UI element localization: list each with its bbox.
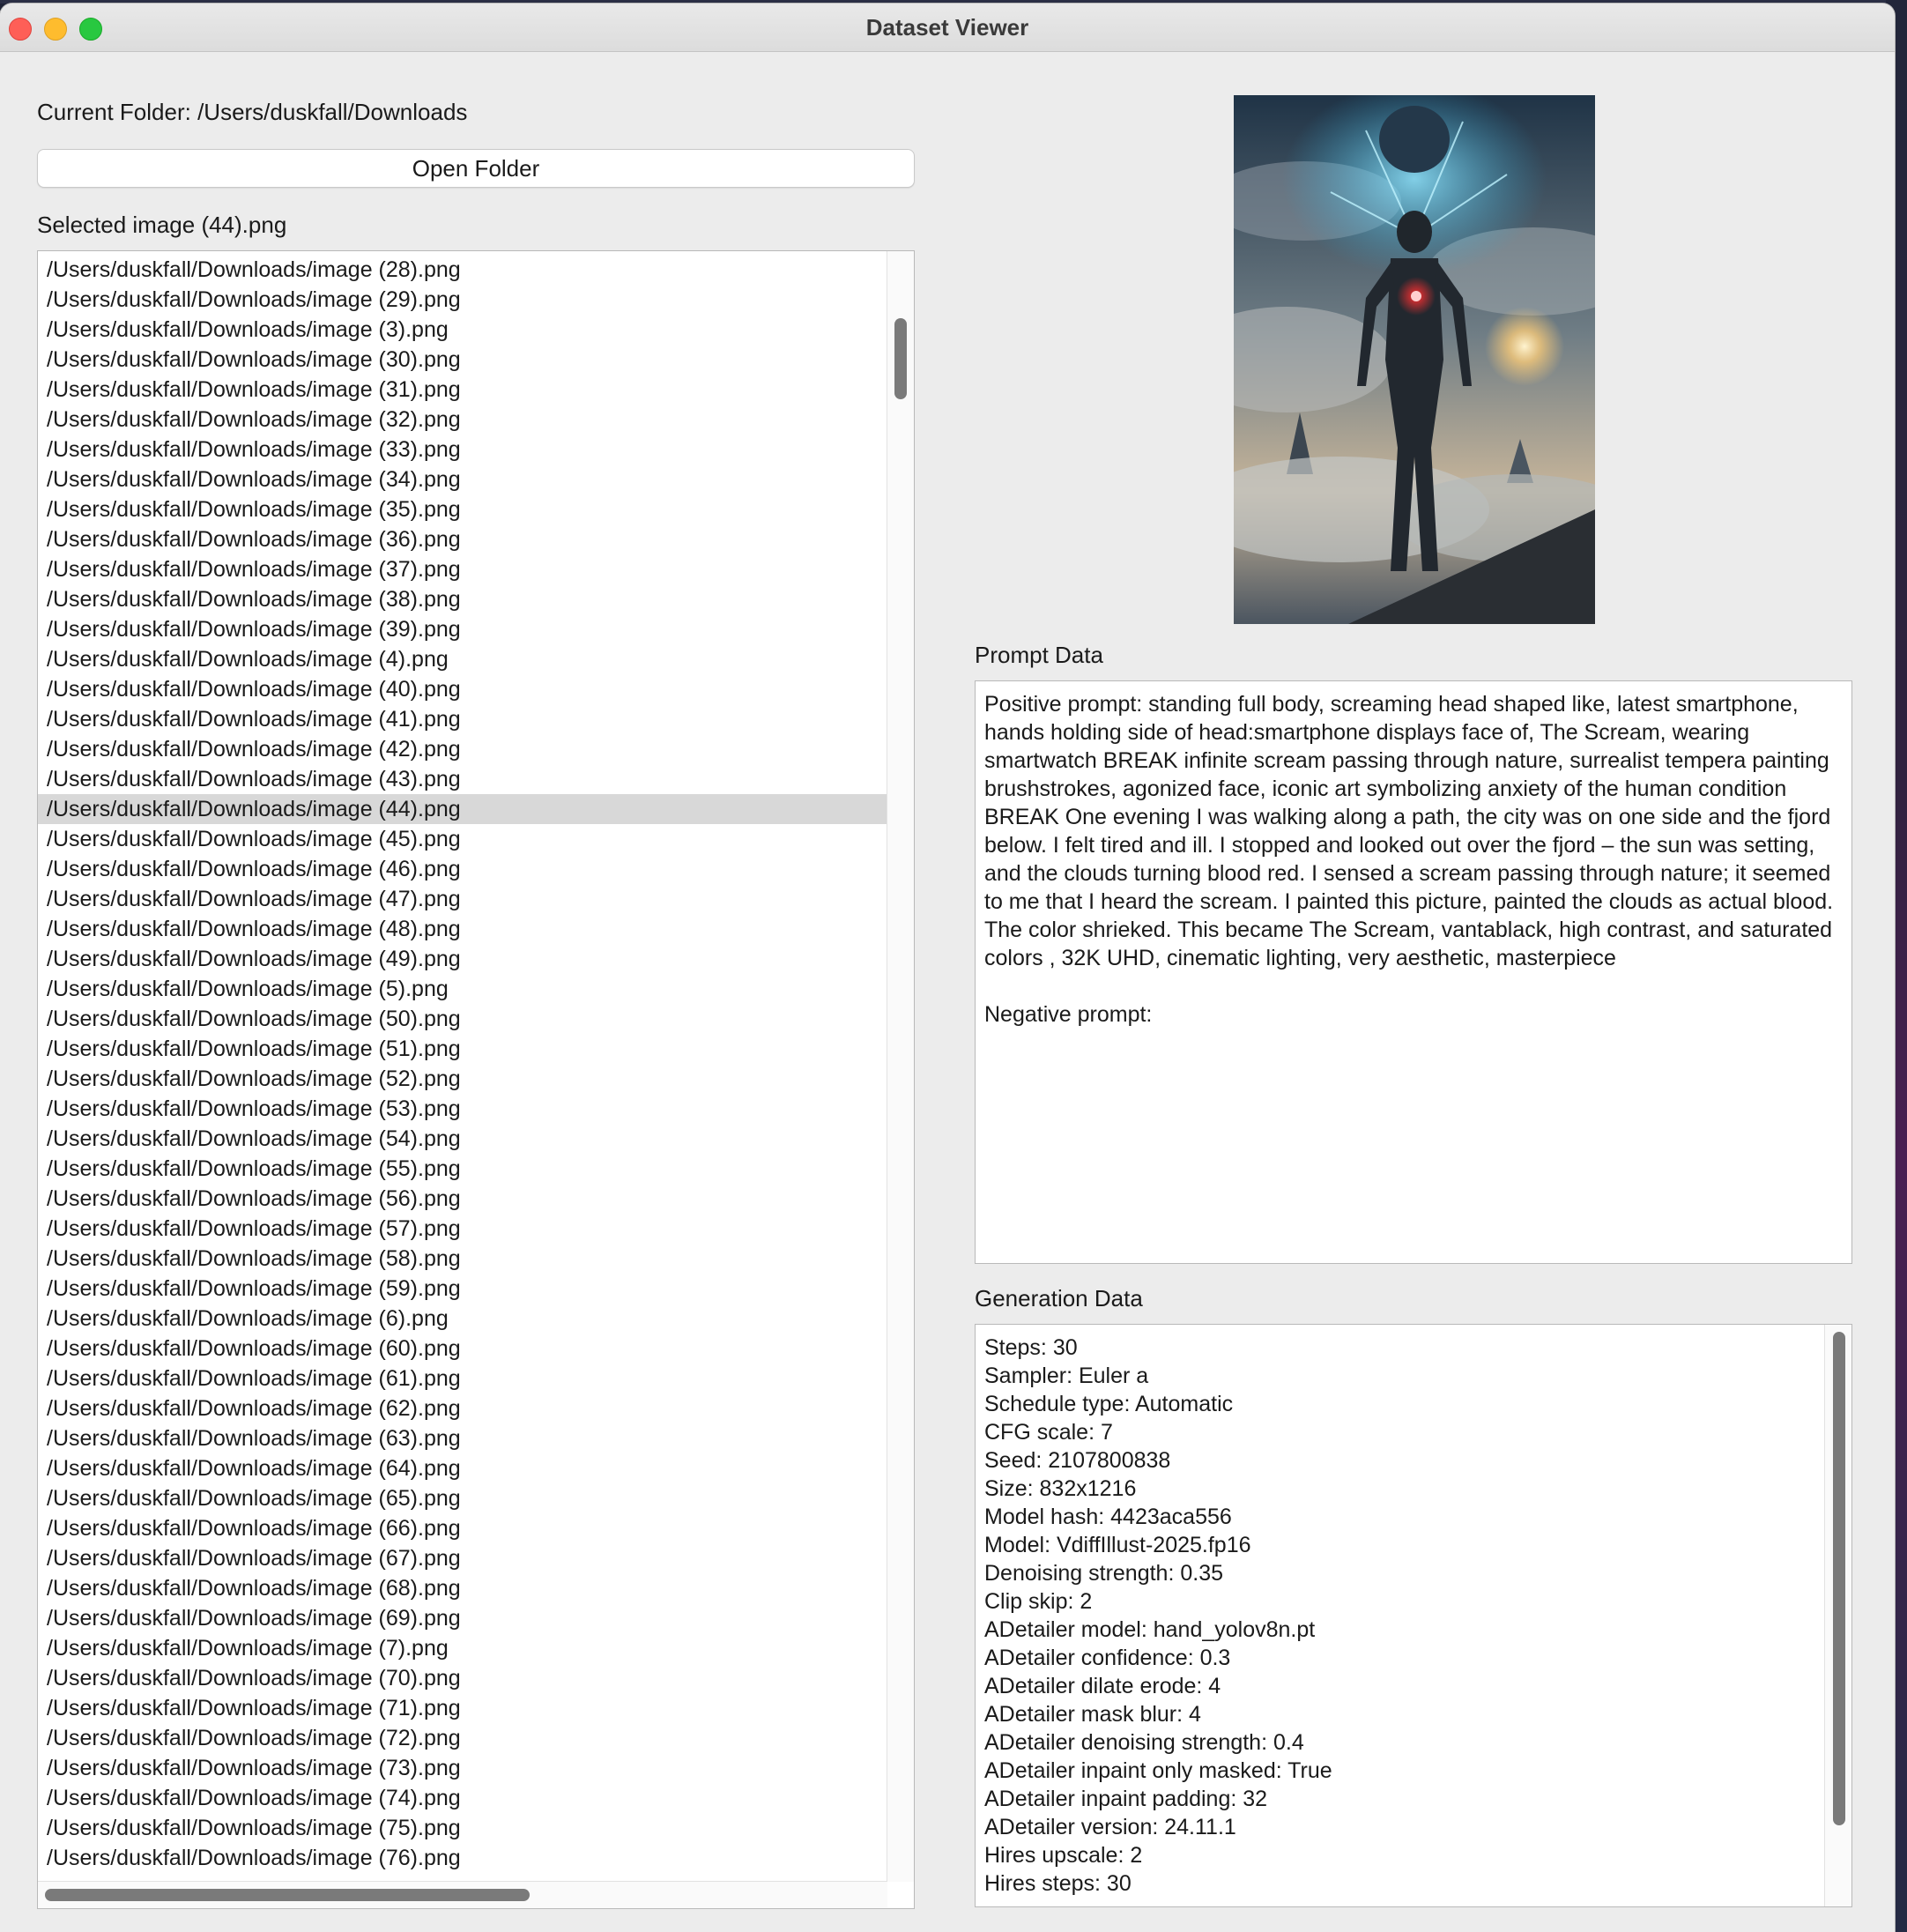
file-list-item[interactable]: /Users/duskfall/Downloads/image (58).png xyxy=(38,1244,887,1274)
file-list-item[interactable]: /Users/duskfall/Downloads/image (63).png xyxy=(38,1423,887,1453)
file-list-item[interactable]: /Users/duskfall/Downloads/image (73).png xyxy=(38,1753,887,1783)
file-list-item[interactable]: /Users/duskfall/Downloads/image (53).png xyxy=(38,1094,887,1124)
generation-data-line: ADetailer denoising strength: 0.4 xyxy=(984,1730,1304,1755)
generation-data-line: Steps: 30 xyxy=(984,1335,1078,1360)
generation-data-line: Schedule type: Automatic xyxy=(984,1392,1234,1416)
file-list-item[interactable]: /Users/duskfall/Downloads/image (36).png xyxy=(38,524,887,554)
generation-data-line: ADetailer model: hand_yolov8n.pt xyxy=(984,1617,1316,1642)
file-list-vertical-scroll-thumb[interactable] xyxy=(894,318,907,399)
file-list-item[interactable]: /Users/duskfall/Downloads/image (35).png xyxy=(38,494,887,524)
generation-data-line: ADetailer version: 24.11.1 xyxy=(984,1815,1236,1839)
file-list-item[interactable]: /Users/duskfall/Downloads/image (47).png xyxy=(38,884,887,914)
file-list-item[interactable]: /Users/duskfall/Downloads/image (38).png xyxy=(38,584,887,614)
file-list-item[interactable]: /Users/duskfall/Downloads/image (54).png xyxy=(38,1124,887,1154)
file-list-item[interactable]: /Users/duskfall/Downloads/image (32).png xyxy=(38,405,887,435)
file-list-item[interactable]: /Users/duskfall/Downloads/image (52).png xyxy=(38,1064,887,1094)
file-list-item[interactable]: /Users/duskfall/Downloads/image (56).png xyxy=(38,1184,887,1214)
file-list-item[interactable]: /Users/duskfall/Downloads/image (51).png xyxy=(38,1034,887,1064)
file-list-item[interactable]: /Users/duskfall/Downloads/image (61).png xyxy=(38,1364,887,1393)
file-list-vertical-scrollbar[interactable] xyxy=(887,251,914,1882)
generation-data-line: Seed: 2107800838 xyxy=(984,1448,1171,1473)
file-list-item[interactable]: /Users/duskfall/Downloads/image (67).png xyxy=(38,1543,887,1573)
file-list-item[interactable]: /Users/duskfall/Downloads/image (62).png xyxy=(38,1393,887,1423)
file-list-item[interactable]: /Users/duskfall/Downloads/image (46).png xyxy=(38,854,887,884)
file-list-item[interactable]: /Users/duskfall/Downloads/image (6).png xyxy=(38,1304,887,1334)
file-list-item[interactable]: /Users/duskfall/Downloads/image (60).png xyxy=(38,1334,887,1364)
file-list-item[interactable]: /Users/duskfall/Downloads/image (65).png xyxy=(38,1483,887,1513)
file-list-item[interactable]: /Users/duskfall/Downloads/image (71).png xyxy=(38,1693,887,1723)
title-bar[interactable]: Dataset Viewer xyxy=(0,4,1895,52)
file-list-item[interactable]: /Users/duskfall/Downloads/image (55).png xyxy=(38,1154,887,1184)
file-list-item[interactable]: /Users/duskfall/Downloads/image (66).png xyxy=(38,1513,887,1543)
file-list-item[interactable]: /Users/duskfall/Downloads/image (74).png xyxy=(38,1783,887,1813)
generation-data-line: Hires upscale: 2 xyxy=(984,1843,1143,1868)
generation-data-line: Model hash: 4423aca556 xyxy=(984,1505,1232,1529)
generation-data-scroll-thumb[interactable] xyxy=(1833,1332,1845,1825)
file-list-item[interactable]: /Users/duskfall/Downloads/image (7).png xyxy=(38,1633,887,1663)
generation-data-line: Denoising strength: 0.35 xyxy=(984,1561,1224,1586)
generation-data-line: ADetailer inpaint padding: 32 xyxy=(984,1787,1268,1811)
file-list-item[interactable]: /Users/duskfall/Downloads/image (31).png xyxy=(38,375,887,405)
prompt-data-label: Prompt Data xyxy=(975,642,1103,668)
file-list-horizontal-scrollbar[interactable] xyxy=(38,1881,887,1908)
file-list-item[interactable]: /Users/duskfall/Downloads/image (69).png xyxy=(38,1603,887,1633)
file-list-item[interactable]: /Users/duskfall/Downloads/image (29).png xyxy=(38,285,887,315)
generation-data-label: Generation Data xyxy=(975,1285,1143,1312)
window-title: Dataset Viewer xyxy=(865,14,1029,41)
open-folder-button[interactable]: Open Folder xyxy=(37,149,915,188)
file-list-item[interactable]: /Users/duskfall/Downloads/image (59).png xyxy=(38,1274,887,1304)
app-window: Dataset Viewer Current Folder: /Users/du… xyxy=(0,4,1895,1932)
generation-data-line: ADetailer mask blur: 4 xyxy=(984,1702,1201,1727)
generation-data-line: Size: 832x1216 xyxy=(984,1476,1137,1501)
generation-data-line: ADetailer inpaint only masked: True xyxy=(984,1758,1332,1783)
generation-data-vertical-scrollbar[interactable] xyxy=(1824,1325,1851,1906)
file-list-item[interactable]: /Users/duskfall/Downloads/image (50).png xyxy=(38,1004,887,1034)
file-list-item[interactable]: /Users/duskfall/Downloads/image (75).png xyxy=(38,1813,887,1843)
generation-data-line: CFG scale: 7 xyxy=(984,1420,1113,1445)
selected-image-label: Selected image (44).png xyxy=(37,212,287,238)
prompt-data-textbox[interactable]: Positive prompt: standing full body, scr… xyxy=(975,680,1852,1264)
file-list-item[interactable]: /Users/duskfall/Downloads/image (43).png xyxy=(38,764,887,794)
generation-data-line: ADetailer confidence: 0.3 xyxy=(984,1646,1231,1670)
file-list-item[interactable]: /Users/duskfall/Downloads/image (5).png xyxy=(38,974,887,1004)
file-list-horizontal-scroll-thumb[interactable] xyxy=(45,1889,530,1901)
file-list-item[interactable]: /Users/duskfall/Downloads/image (70).png xyxy=(38,1663,887,1693)
generation-data-lines: Steps: 30 Sampler: Euler a Schedule type: … xyxy=(984,1334,1830,1898)
file-list[interactable]: /Users/duskfall/Downloads/image (28).png… xyxy=(37,250,915,1909)
file-list-item[interactable]: /Users/duskfall/Downloads/image (4).png xyxy=(38,644,887,674)
file-list-item[interactable]: /Users/duskfall/Downloads/image (42).png xyxy=(38,734,887,764)
file-list-item[interactable]: /Users/duskfall/Downloads/image (41).png xyxy=(38,704,887,734)
file-list-item[interactable]: /Users/duskfall/Downloads/image (57).png xyxy=(38,1214,887,1244)
file-list-item[interactable]: /Users/duskfall/Downloads/image (39).png xyxy=(38,614,887,644)
file-list-item[interactable]: /Users/duskfall/Downloads/image (76).png xyxy=(38,1843,887,1873)
file-list-item[interactable]: /Users/duskfall/Downloads/image (64).png xyxy=(38,1453,887,1483)
file-list-item[interactable]: /Users/duskfall/Downloads/image (72).png xyxy=(38,1723,887,1753)
current-folder-label: Current Folder: /Users/duskfall/Download… xyxy=(37,99,468,125)
generation-data-line: Hires steps: 30 xyxy=(984,1871,1132,1896)
file-list-item[interactable]: /Users/duskfall/Downloads/image (49).png xyxy=(38,944,887,974)
file-list-item[interactable]: /Users/duskfall/Downloads/image (28).png xyxy=(38,255,887,285)
generation-data-line: Clip skip: 2 xyxy=(984,1589,1093,1614)
prompt-data-text: Positive prompt: standing full body, scr… xyxy=(984,692,1834,1027)
generation-data-textbox[interactable]: Steps: 30 Sampler: Euler a Schedule type: … xyxy=(975,1324,1852,1907)
file-list-item[interactable]: /Users/duskfall/Downloads/image (3).png xyxy=(38,315,887,345)
file-list-item[interactable]: /Users/duskfall/Downloads/image (30).png xyxy=(38,345,887,375)
file-list-item[interactable]: /Users/duskfall/Downloads/image (44).png xyxy=(38,794,887,824)
generation-data-line: ADetailer dilate erode: 4 xyxy=(984,1674,1221,1698)
file-list-item[interactable]: /Users/duskfall/Downloads/image (33).png xyxy=(38,435,887,464)
generation-data-line: Model: VdiffIllust-2025.fp16 xyxy=(984,1533,1251,1557)
file-list-item[interactable]: /Users/duskfall/Downloads/image (68).png xyxy=(38,1573,887,1603)
file-list-item[interactable]: /Users/duskfall/Downloads/image (37).png xyxy=(38,554,887,584)
image-preview xyxy=(1234,95,1595,624)
file-list-item[interactable]: /Users/duskfall/Downloads/image (40).png xyxy=(38,674,887,704)
file-list-item[interactable]: /Users/duskfall/Downloads/image (48).png xyxy=(38,914,887,944)
preview-artwork xyxy=(1234,95,1595,624)
file-list-rows: /Users/duskfall/Downloads/image (28).png… xyxy=(38,255,887,1873)
generation-data-line: Sampler: Euler a xyxy=(984,1364,1149,1388)
file-list-item[interactable]: /Users/duskfall/Downloads/image (45).png xyxy=(38,824,887,854)
file-list-item[interactable]: /Users/duskfall/Downloads/image (34).png xyxy=(38,464,887,494)
